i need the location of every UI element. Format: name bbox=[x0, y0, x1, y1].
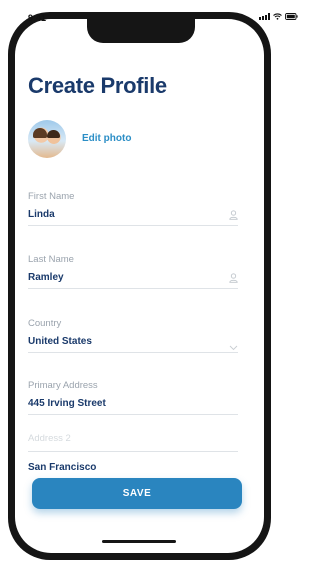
country-underline bbox=[28, 352, 238, 353]
city-value[interactable]: San Francisco bbox=[28, 462, 96, 473]
notch bbox=[87, 19, 195, 43]
country-value[interactable]: United States bbox=[28, 336, 92, 347]
chevron-down-icon[interactable] bbox=[229, 338, 238, 356]
address-2-underline bbox=[28, 451, 238, 452]
edit-photo-link[interactable]: Edit photo bbox=[82, 133, 131, 144]
wifi-icon bbox=[273, 13, 282, 20]
avatar-figure-left bbox=[33, 128, 47, 138]
address-2-placeholder[interactable]: Address 2 bbox=[28, 433, 71, 444]
primary-address-label: Primary Address bbox=[28, 380, 98, 391]
first-name-value[interactable]: Linda bbox=[28, 209, 55, 220]
last-name-underline bbox=[28, 288, 238, 289]
person-icon bbox=[229, 207, 238, 225]
page-title: Create Profile bbox=[28, 73, 167, 98]
primary-address-underline bbox=[28, 414, 238, 415]
primary-address-value[interactable]: 445 Irving Street bbox=[28, 398, 106, 409]
signal-icon bbox=[259, 13, 270, 20]
first-name-underline bbox=[28, 225, 238, 226]
avatar-figure-right bbox=[47, 130, 60, 138]
save-button[interactable]: SAVE bbox=[32, 478, 242, 509]
status-time: 9:41 bbox=[28, 13, 47, 23]
battery-icon bbox=[285, 13, 298, 20]
status-icons bbox=[259, 13, 298, 20]
last-name-value[interactable]: Ramley bbox=[28, 272, 64, 283]
first-name-label: First Name bbox=[28, 191, 75, 202]
home-indicator bbox=[102, 540, 176, 543]
last-name-label: Last Name bbox=[28, 254, 74, 265]
avatar[interactable] bbox=[28, 120, 66, 158]
person-icon bbox=[229, 270, 238, 288]
country-label: Country bbox=[28, 318, 62, 329]
